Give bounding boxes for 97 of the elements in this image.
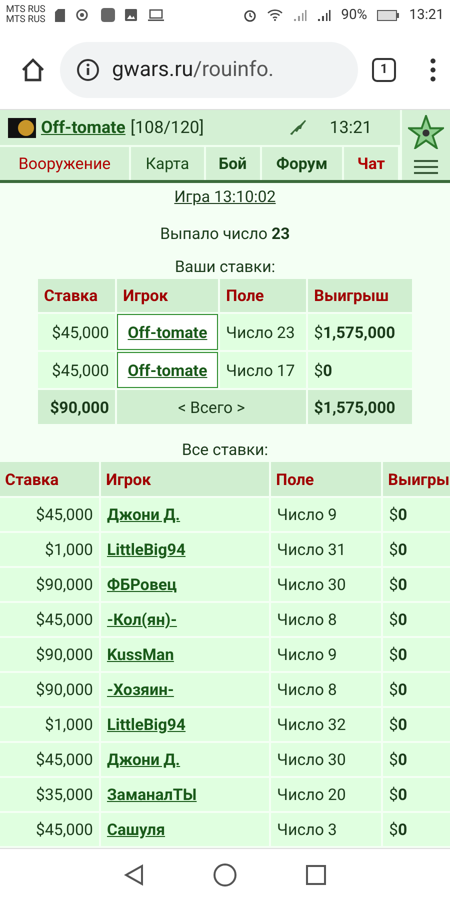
rifle-icon — [288, 118, 307, 136]
game-link[interactable]: Игра 13:10:02 — [174, 187, 276, 206]
avatar-icon — [8, 118, 36, 138]
image-icon — [125, 9, 138, 21]
table-cell: $35,000 — [0, 778, 99, 811]
section-title: Все ставки: — [182, 440, 268, 459]
table-cell: Число 20 — [271, 778, 381, 811]
table-cell: $1,575,000 — [308, 390, 412, 424]
menu-icon[interactable] — [414, 159, 438, 175]
carrier-name: MTS RUS — [6, 5, 46, 15]
clock-time: 13:21 — [409, 7, 444, 23]
table-cell: Число 23 — [220, 314, 306, 350]
table-cell: Число 32 — [271, 708, 381, 741]
tab-count-button[interactable]: 1 — [372, 58, 396, 82]
player-link[interactable]: ФБРовец — [101, 568, 269, 601]
battery-percent: 90% — [341, 7, 368, 23]
home-icon[interactable] — [20, 56, 46, 82]
app-icon — [101, 8, 116, 22]
sd-card-icon — [55, 8, 66, 22]
table-cell: $0 — [383, 498, 450, 531]
nav-link[interactable]: Бой — [206, 147, 262, 180]
alarm-icon — [243, 8, 258, 22]
recents-icon[interactable] — [306, 864, 326, 884]
carrier-name: MTS RUS — [6, 15, 46, 25]
table-cell: Число 17 — [220, 352, 306, 388]
table-cell: Число 8 — [271, 673, 381, 706]
battery-icon — [377, 10, 400, 20]
table-cell: $90,000 — [0, 673, 99, 706]
column-header: Выигрыш — [308, 279, 412, 312]
column-header: Игрок — [117, 279, 218, 312]
health-text: [108/120] — [130, 118, 204, 138]
player-link[interactable]: ЗаманалТЫ — [101, 778, 269, 811]
table-cell: $90,000 — [0, 568, 99, 601]
table-cell: $0 — [383, 673, 450, 706]
result-text: Выпало число 23 — [160, 224, 290, 243]
nav-link[interactable]: Чат — [344, 147, 400, 180]
table-cell: $1,575,000 — [308, 314, 412, 350]
url-text: gwars.ru/rouinfo. — [112, 58, 274, 82]
column-header: Поле — [271, 462, 381, 496]
table-cell: Число 9 — [271, 498, 381, 531]
star-icon[interactable] — [408, 115, 444, 149]
player-link[interactable]: KussMan — [101, 638, 269, 671]
table-cell: $0 — [383, 638, 450, 671]
player-link[interactable]: Off-tomate — [117, 314, 218, 350]
column-header: Ставка — [38, 279, 115, 312]
back-icon[interactable] — [124, 864, 144, 886]
home-icon[interactable] — [212, 862, 237, 886]
table-cell: $45,000 — [38, 352, 115, 388]
address-bar[interactable]: gwars.ru/rouinfo. — [60, 42, 358, 98]
column-header: Игрок — [101, 462, 269, 496]
signal-icon — [317, 9, 332, 21]
table-cell: $1,000 — [0, 708, 99, 741]
laptop-icon — [147, 9, 166, 21]
table-cell: $0 — [383, 533, 450, 566]
nav-link[interactable]: Карта — [131, 147, 206, 180]
table-cell: $0 — [383, 603, 450, 636]
table-cell: $0 — [383, 568, 450, 601]
player-link[interactable]: Off-tomate — [41, 118, 126, 138]
table-cell: Число 30 — [271, 568, 381, 601]
table-cell: Число 8 — [271, 603, 381, 636]
wifi-icon — [267, 9, 284, 21]
table-cell: Число 31 — [271, 533, 381, 566]
table-cell: $45,000 — [0, 603, 99, 636]
player-link[interactable]: -Хозяин- — [101, 673, 269, 706]
menu-icon[interactable] — [430, 58, 436, 82]
table-cell: $0 — [383, 813, 450, 846]
column-header: Выигры — [383, 462, 450, 496]
table-cell: $90,000 — [0, 638, 99, 671]
table-cell: $0 — [383, 743, 450, 776]
player-link[interactable]: LittleBig94 — [101, 708, 269, 741]
nav-link[interactable]: Форум — [262, 147, 344, 180]
column-header: Ставка — [0, 462, 99, 496]
nav-link[interactable]: Вооружение — [0, 147, 132, 180]
section-title: Ваши ставки: — [174, 257, 276, 276]
table-cell: $0 — [383, 708, 450, 741]
player-link[interactable]: LittleBig94 — [101, 533, 269, 566]
table-cell: $0 — [308, 352, 412, 388]
table-cell: $45,000 — [38, 314, 115, 350]
player-link[interactable]: -Кол(ян)- — [101, 603, 269, 636]
table-cell: $0 — [383, 778, 450, 811]
player-link[interactable]: Джони Д. — [101, 743, 269, 776]
column-header: Поле — [220, 279, 306, 312]
table-cell: $45,000 — [0, 813, 99, 846]
player-link[interactable]: Off-tomate — [117, 352, 218, 388]
table-cell: $45,000 — [0, 498, 99, 531]
table-cell: Число 3 — [271, 813, 381, 846]
game-time: 13:21 — [330, 118, 372, 138]
signal-icon — [293, 9, 308, 21]
table-cell: $1,000 — [0, 533, 99, 566]
table-cell: Число 30 — [271, 743, 381, 776]
table-cell: Число 9 — [271, 638, 381, 671]
table-cell: $45,000 — [0, 743, 99, 776]
table-cell: < Всего > — [117, 390, 306, 424]
player-link[interactable]: Джони Д. — [101, 498, 269, 531]
player-link[interactable]: Сашуля — [101, 813, 269, 846]
info-icon — [76, 58, 100, 82]
table-cell: $90,000 — [38, 390, 115, 424]
